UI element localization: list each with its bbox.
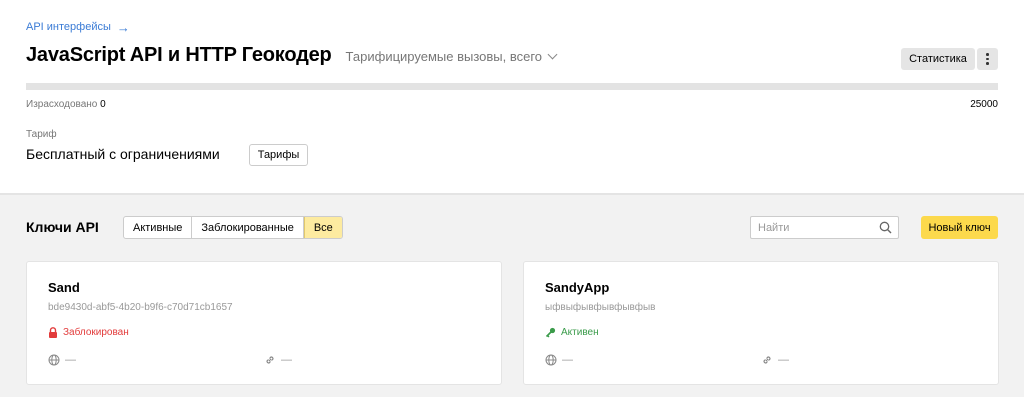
key-status-label: Активен — [561, 327, 599, 338]
tariffs-button[interactable]: Тарифы — [249, 144, 308, 166]
key-link-value: — — [778, 354, 789, 366]
search-icon[interactable] — [879, 221, 892, 234]
breadcrumb[interactable]: API интерфейсы → — [26, 19, 130, 35]
page-title: JavaScript API и HTTP Геокодер — [26, 44, 332, 66]
key-status: Активен — [545, 327, 599, 338]
key-link: — — [264, 354, 292, 366]
dot-icon — [986, 62, 989, 65]
filter-blocked[interactable]: Заблокированные — [192, 217, 304, 238]
tariff-label: Тариф — [26, 129, 57, 140]
key-icon — [545, 327, 556, 338]
key-link-value: — — [281, 354, 292, 366]
calls-type-select-value: Тарифицируемые вызовы, всего — [345, 49, 543, 64]
key-value: bde9430d-abf5-4b20-b9f6-c70d71cb1657 — [48, 302, 233, 313]
chevron-down-icon — [547, 49, 558, 60]
key-site-value: — — [562, 354, 573, 366]
usage-progress-bar — [26, 83, 998, 90]
api-key-card[interactable]: SandyApp ыфвыфывфывфывфыв Активен — — — [523, 261, 999, 385]
search-field[interactable] — [750, 216, 899, 239]
key-name[interactable]: Sand — [48, 280, 80, 295]
statistics-button[interactable]: Статистика — [901, 48, 975, 70]
key-site: — — [48, 354, 76, 366]
usage-limit: 25000 — [970, 99, 998, 110]
globe-icon — [545, 354, 557, 366]
key-value: ыфвыфывфывфывфыв — [545, 302, 656, 313]
calls-type-select[interactable]: Тарифицируемые вызовы, всего — [345, 49, 558, 64]
key-status: Заблокирован — [48, 327, 129, 338]
lock-icon — [49, 327, 57, 338]
filter-all[interactable]: Все — [303, 217, 342, 238]
arrow-right-icon: → — [116, 19, 130, 35]
dot-icon — [986, 53, 989, 56]
tariff-value: Бесплатный с ограничениями — [26, 146, 220, 162]
usage-used-label: Израсходовано — [26, 99, 98, 110]
usage-used-value: 0 — [100, 99, 106, 110]
globe-icon — [48, 354, 60, 366]
key-name[interactable]: SandyApp — [545, 280, 609, 295]
api-key-card[interactable]: Sand bde9430d-abf5-4b20-b9f6-c70d71cb165… — [26, 261, 502, 385]
key-site-value: — — [65, 354, 76, 366]
breadcrumb-label[interactable]: API интерфейсы — [26, 21, 111, 33]
usage-used: Израсходовано 0 — [26, 99, 106, 110]
search-input[interactable] — [751, 217, 871, 238]
more-menu-button[interactable] — [977, 48, 998, 70]
filter-active[interactable]: Активные — [124, 217, 193, 238]
key-status-label: Заблокирован — [63, 327, 129, 338]
status-filter[interactable]: Активные Заблокированные Все — [123, 216, 343, 239]
divider — [0, 193, 1024, 195]
link-icon — [266, 356, 274, 364]
keys-section-title: Ключи API — [26, 219, 99, 235]
new-key-button[interactable]: Новый ключ — [921, 216, 998, 239]
key-link: — — [761, 354, 789, 366]
service-header-panel — [0, 0, 1024, 193]
dot-icon — [986, 57, 989, 61]
link-icon — [763, 356, 771, 364]
key-site: — — [545, 354, 573, 366]
